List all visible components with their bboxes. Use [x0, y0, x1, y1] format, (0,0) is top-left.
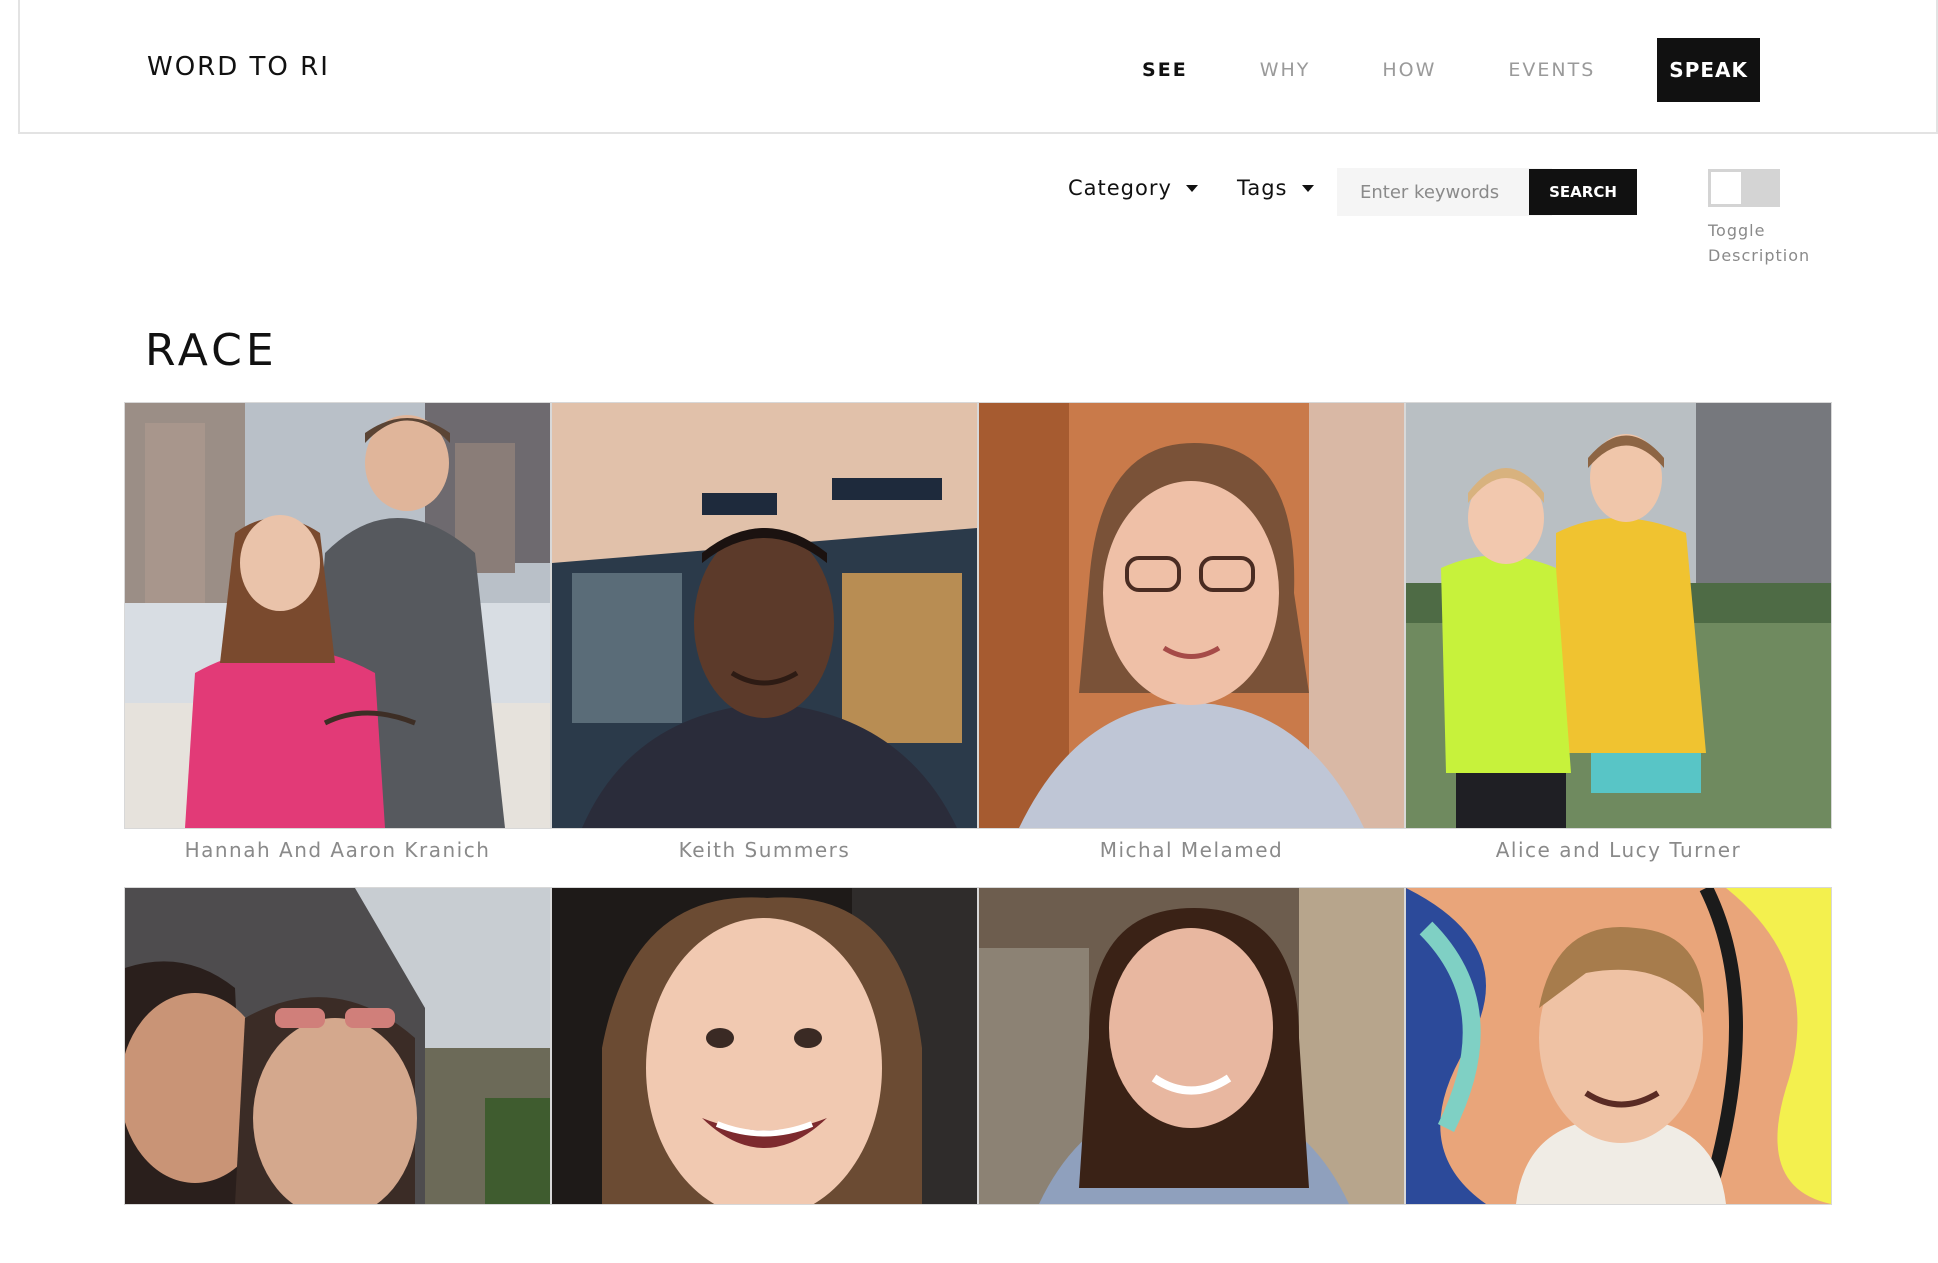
gallery-card[interactable]: Alice and Lucy Turner: [1405, 402, 1832, 887]
portrait-photo[interactable]: [978, 887, 1405, 1205]
card-caption[interactable]: Hannah And Aaron Kranich: [124, 829, 551, 887]
nav-why[interactable]: WHY: [1260, 59, 1311, 81]
search-button[interactable]: SEARCH: [1529, 169, 1637, 215]
filter-bar: Category Tags SEARCH Toggle Description: [0, 168, 1938, 278]
nav-events[interactable]: EVENTS: [1508, 59, 1595, 81]
portrait-photo[interactable]: [1405, 402, 1832, 829]
search-input[interactable]: [1337, 168, 1552, 216]
portrait-photo[interactable]: [124, 402, 551, 829]
card-caption[interactable]: [551, 1205, 978, 1263]
category-dropdown[interactable]: Category: [1068, 168, 1198, 208]
toggle-knob: [1711, 172, 1741, 204]
site-logo[interactable]: WORD TO RI: [147, 52, 330, 82]
category-dropdown-label: Category: [1068, 176, 1172, 200]
page-title: RACE: [145, 325, 278, 376]
photo-gallery: Hannah And Aaron Kranich Keith Summers M…: [124, 402, 1834, 1263]
site-header: WORD TO RI SEE WHY HOW EVENTS SPEAK: [18, 0, 1938, 134]
card-caption[interactable]: [978, 1205, 1405, 1263]
gallery-card[interactable]: [978, 887, 1405, 1263]
portrait-photo[interactable]: [551, 887, 978, 1205]
nav-speak-button[interactable]: SPEAK: [1657, 38, 1760, 102]
gallery-card[interactable]: [551, 887, 978, 1263]
nav-see[interactable]: SEE: [1142, 59, 1188, 81]
gallery-card[interactable]: [124, 887, 551, 1263]
chevron-down-icon: [1185, 184, 1198, 192]
card-caption[interactable]: [124, 1205, 551, 1263]
gallery-row: Hannah And Aaron Kranich Keith Summers M…: [124, 402, 1834, 887]
card-caption[interactable]: [1405, 1205, 1832, 1263]
portrait-photo[interactable]: [978, 402, 1405, 829]
card-caption[interactable]: Michal Melamed: [978, 829, 1405, 887]
card-caption[interactable]: Keith Summers: [551, 829, 978, 887]
portrait-photo[interactable]: [124, 887, 551, 1205]
gallery-row: [124, 887, 1834, 1263]
gallery-card[interactable]: [1405, 887, 1832, 1263]
portrait-photo[interactable]: [551, 402, 978, 829]
gallery-card[interactable]: Hannah And Aaron Kranich: [124, 402, 551, 887]
chevron-down-icon: [1301, 184, 1314, 192]
gallery-card[interactable]: Michal Melamed: [978, 402, 1405, 887]
card-caption[interactable]: Alice and Lucy Turner: [1405, 829, 1832, 887]
tags-dropdown[interactable]: Tags: [1237, 168, 1314, 208]
portrait-photo[interactable]: [1405, 887, 1832, 1205]
nav-how[interactable]: HOW: [1382, 59, 1436, 81]
main-nav: SEE WHY HOW EVENTS SPEAK: [1070, 38, 1760, 102]
description-toggle[interactable]: [1708, 169, 1780, 207]
gallery-card[interactable]: Keith Summers: [551, 402, 978, 887]
tags-dropdown-label: Tags: [1237, 176, 1288, 200]
toggle-description-label: Toggle Description: [1708, 221, 1811, 265]
